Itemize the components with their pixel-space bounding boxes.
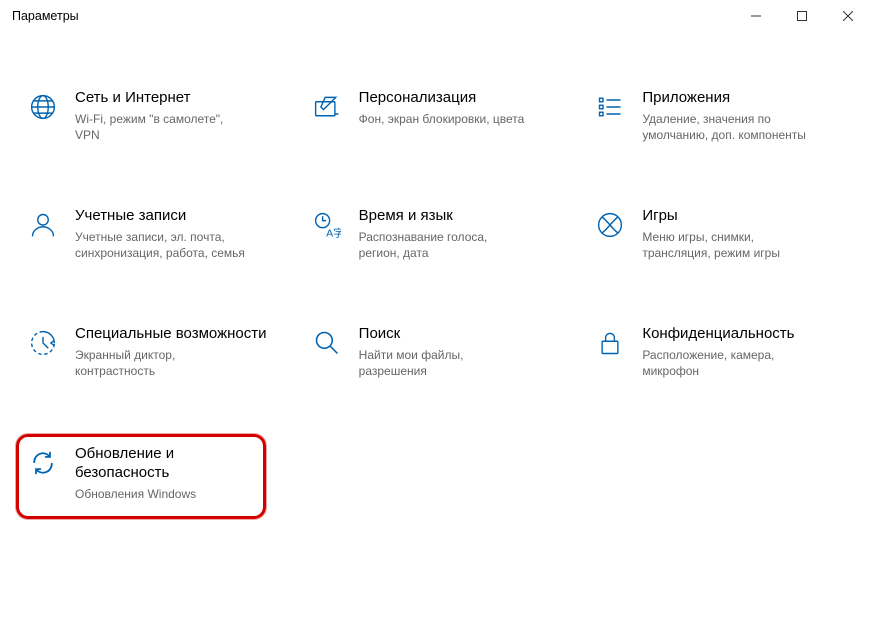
tile-gaming[interactable]: Игры Меню игры, снимки, трансляция, режи… (583, 198, 855, 270)
tile-privacy[interactable]: Конфиденциальность Расположение, камера,… (583, 316, 855, 388)
tile-accounts[interactable]: Учетные записи Учетные записи, эл. почта… (16, 198, 288, 270)
tile-title: Приложения (642, 89, 812, 108)
tile-title: Обновление и безопасность (75, 445, 255, 483)
ease-of-access-icon (27, 327, 59, 359)
paintbrush-icon (311, 91, 343, 123)
settings-content: Сеть и Интернет Wi-Fi, режим "в самолете… (0, 32, 871, 618)
tile-update-security[interactable]: Обновление и безопасность Обновления Win… (16, 434, 266, 519)
tile-title: Конфиденциальность (642, 325, 812, 344)
tile-subtitle: Найти мои файлы, разрешения (359, 347, 529, 379)
tile-title: Персонализация (359, 89, 525, 108)
time-language-icon: A字 (311, 209, 343, 241)
tile-subtitle: Распознавание голоса, регион, дата (359, 229, 529, 261)
tile-title: Учетные записи (75, 207, 245, 226)
tile-subtitle: Удаление, значения по умолчанию, доп. ко… (642, 111, 812, 143)
window-title: Параметры (12, 9, 79, 23)
tile-personalization[interactable]: Персонализация Фон, экран блокировки, цв… (300, 80, 572, 152)
search-icon (311, 327, 343, 359)
tile-subtitle: Экранный диктор, контрастность (75, 347, 245, 379)
tile-subtitle: Фон, экран блокировки, цвета (359, 111, 525, 127)
titlebar-buttons (733, 0, 871, 32)
xbox-icon (594, 209, 626, 241)
sync-icon (27, 447, 59, 479)
titlebar: Параметры (0, 0, 871, 32)
tile-ease-of-access[interactable]: Специальные возможности Экранный диктор,… (16, 316, 288, 388)
maximize-button[interactable] (779, 0, 825, 32)
minimize-button[interactable] (733, 0, 779, 32)
tile-title: Поиск (359, 325, 529, 344)
apps-list-icon (594, 91, 626, 123)
tile-subtitle: Обновления Windows (75, 486, 245, 502)
tile-subtitle: Учетные записи, эл. почта, синхронизация… (75, 229, 245, 261)
close-icon (843, 11, 853, 21)
tile-time-language[interactable]: A字 Время и язык Распознавание голоса, ре… (300, 198, 572, 270)
tile-network[interactable]: Сеть и Интернет Wi-Fi, режим "в самолете… (16, 80, 288, 152)
tile-subtitle: Wi-Fi, режим "в самолете", VPN (75, 111, 245, 143)
maximize-icon (797, 11, 807, 21)
tile-title: Игры (642, 207, 812, 226)
tile-title: Сеть и Интернет (75, 89, 245, 108)
svg-text:A字: A字 (326, 227, 341, 240)
person-icon (27, 209, 59, 241)
tile-search[interactable]: Поиск Найти мои файлы, разрешения (300, 316, 572, 388)
tile-subtitle: Расположение, камера, микрофон (642, 347, 812, 379)
tile-title: Специальные возможности (75, 325, 267, 344)
minimize-icon (751, 11, 761, 21)
tile-apps[interactable]: Приложения Удаление, значения по умолчан… (583, 80, 855, 152)
globe-icon (27, 91, 59, 123)
tile-title: Время и язык (359, 207, 529, 226)
close-button[interactable] (825, 0, 871, 32)
lock-icon (594, 327, 626, 359)
tile-subtitle: Меню игры, снимки, трансляция, режим игр… (642, 229, 812, 261)
